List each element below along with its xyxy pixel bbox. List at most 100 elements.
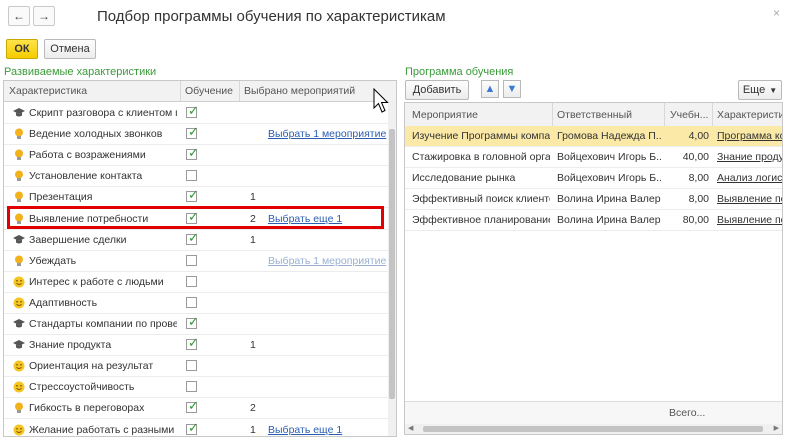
horizontal-scrollbar[interactable]: ◀ ▶ [405, 424, 782, 434]
characteristics-table[interactable]: Характеристика Обучение Выбрано мероприя… [3, 80, 397, 437]
training-checkbox[interactable]: ✓ [186, 103, 199, 118]
table-row[interactable]: Ведение холодных звонков ✓ Выбрать 1 мероп… [4, 124, 390, 146]
training-checkbox[interactable]: ✓ [186, 421, 199, 435]
training-checkbox[interactable] [186, 381, 197, 393]
move-up-button[interactable]: ▲ [481, 80, 499, 98]
column-header-selected[interactable]: Выбрано мероприятий [244, 85, 355, 97]
training-checkbox[interactable]: ✓ [186, 145, 199, 161]
characteristic-name: Скрипт разговора с клиентом п... [29, 107, 177, 119]
table-row[interactable]: Желание работать с разными к... ✓ 1 Выбрать… [4, 420, 390, 437]
bulb-icon [13, 128, 25, 140]
forward-button[interactable]: → [33, 6, 55, 26]
table-row[interactable]: Завершение сделки ✓ 1 [4, 230, 390, 251]
selected-count: 1 [250, 191, 256, 204]
smiley-icon [13, 297, 25, 309]
training-checkbox[interactable]: ✓ [186, 229, 199, 245]
back-button[interactable]: ← [8, 6, 30, 26]
checkmark-icon: ✓ [188, 335, 199, 351]
graduation-cap-icon [13, 234, 25, 246]
select-events-link[interactable]: Выбрать 1 мероприятие [268, 255, 386, 267]
smiley-icon [13, 360, 25, 372]
left-scrollbar[interactable] [388, 101, 396, 436]
table-row[interactable]: Знание продукта ✓ 1 [4, 335, 390, 357]
arrow-up-icon: ▲ [484, 83, 496, 95]
column-header-owner[interactable]: Ответственный [557, 109, 632, 121]
ok-button[interactable]: ОК [6, 39, 38, 59]
characteristic-name: Адаптивность [29, 296, 98, 309]
scroll-right-icon[interactable]: ▶ [774, 424, 779, 432]
table-row[interactable]: Изучение Программы компа... Громова Надеж… [405, 126, 782, 147]
table-row[interactable]: Установление контакта [4, 166, 390, 188]
right-section-title: Программа обучения [405, 66, 514, 78]
column-header-characteristic[interactable]: Характеристика [9, 85, 87, 97]
table-row[interactable]: Эффективное планирование ... Волина Ирина… [405, 210, 782, 231]
checkmark-icon: ✓ [188, 398, 199, 414]
event-name: Эффективное планирование ... [412, 214, 550, 226]
table-row[interactable]: Ориентация на результат [4, 356, 390, 378]
characteristic-link[interactable]: Знание продукт [717, 151, 782, 163]
table-row[interactable]: Стрессоустойчивость [4, 377, 390, 399]
horizontal-scrollbar-thumb[interactable] [423, 426, 763, 432]
characteristic-name: Ориентация на результат [29, 360, 154, 373]
characteristic-name: Знание продукта [29, 339, 112, 352]
training-checkbox[interactable] [186, 296, 197, 308]
selected-count: 1 [250, 233, 256, 246]
column-header-training[interactable]: Обучение [185, 85, 233, 97]
table-row[interactable]: Адаптивность [4, 293, 390, 314]
training-checkbox[interactable] [186, 170, 197, 182]
training-checkbox[interactable]: ✓ [186, 188, 199, 203]
table-row[interactable]: Исследование рынка Войцехович Игорь Б... 8… [405, 168, 782, 189]
checkmark-icon: ✓ [188, 103, 199, 118]
close-icon[interactable]: × [773, 6, 780, 20]
program-table[interactable]: Мероприятие Ответственный Учебн... Харак… [404, 102, 783, 435]
training-checkbox[interactable]: ✓ [186, 315, 199, 329]
table-row[interactable]: Гибкость в переговорах ✓ 2 [4, 398, 390, 420]
left-scrollbar-thumb[interactable] [389, 129, 395, 399]
table-row[interactable]: Стандарты компании по прове... ✓ [4, 314, 390, 335]
smiley-icon [13, 276, 25, 288]
characteristic-name: Интерес к работе с людьми [29, 275, 164, 288]
training-checkbox[interactable] [186, 360, 197, 372]
responsible-person: Волина Ирина Валер... [557, 214, 661, 226]
training-checkbox[interactable]: ✓ [186, 398, 199, 414]
table-row[interactable]: Стажировка в головной орга... Войцехович … [405, 147, 782, 168]
table-row[interactable]: Эффективный поиск клиентов Волина Ирина В… [405, 189, 782, 210]
cancel-button[interactable]: Отмена [44, 39, 96, 59]
event-name: Исследование рынка [412, 172, 516, 184]
table-row[interactable]: Работа с возражениями ✓ [4, 145, 390, 167]
bulb-icon [13, 170, 25, 182]
select-events-link[interactable]: Выбрать 1 мероприятие [268, 128, 386, 140]
characteristic-link[interactable]: Выявление потр [717, 214, 782, 226]
characteristic-name: Презентация [29, 191, 93, 204]
checkmark-icon: ✓ [188, 229, 199, 245]
characteristic-link[interactable]: Анализ логисти [717, 172, 782, 184]
graduation-cap-icon [13, 107, 25, 119]
characteristic-link[interactable]: Выявление потр [717, 193, 782, 205]
training-hours: 40,00 [682, 151, 709, 163]
arrow-right-icon: → [38, 9, 50, 23]
move-down-button[interactable]: ▼ [503, 80, 521, 98]
column-header-characteristic[interactable]: Характеристи [717, 109, 782, 121]
column-header-event[interactable]: Мероприятие [412, 109, 478, 121]
training-checkbox[interactable] [186, 254, 197, 266]
characteristic-link[interactable]: Программа комп [717, 130, 782, 142]
table-row[interactable]: Скрипт разговора с клиентом п... ✓ [4, 103, 390, 124]
arrow-left-icon: ← [13, 9, 25, 23]
training-checkbox[interactable] [186, 275, 197, 287]
table-row[interactable]: Убеждать Выбрать 1 мероприятие [4, 251, 390, 272]
table-row[interactable]: Интерес к работе с людьми [4, 272, 390, 293]
table-footer: Всего... [405, 401, 782, 424]
training-checkbox[interactable]: ✓ [186, 125, 199, 140]
event-name: Изучение Программы компа... [412, 130, 550, 142]
checkmark-icon: ✓ [188, 145, 199, 161]
mouse-cursor-icon [373, 88, 389, 113]
add-button[interactable]: Добавить [405, 80, 469, 100]
more-button[interactable]: Еще ▼ [738, 80, 782, 100]
column-header-hours[interactable]: Учебн... [670, 109, 708, 121]
smiley-icon [13, 424, 25, 436]
training-checkbox[interactable]: ✓ [186, 335, 199, 351]
scroll-left-icon[interactable]: ◀ [408, 424, 413, 432]
footer-total-label: Всего... [669, 407, 706, 419]
select-events-link[interactable]: Выбрать еще 1 [268, 424, 342, 436]
training-hours: 4,00 [688, 130, 709, 142]
